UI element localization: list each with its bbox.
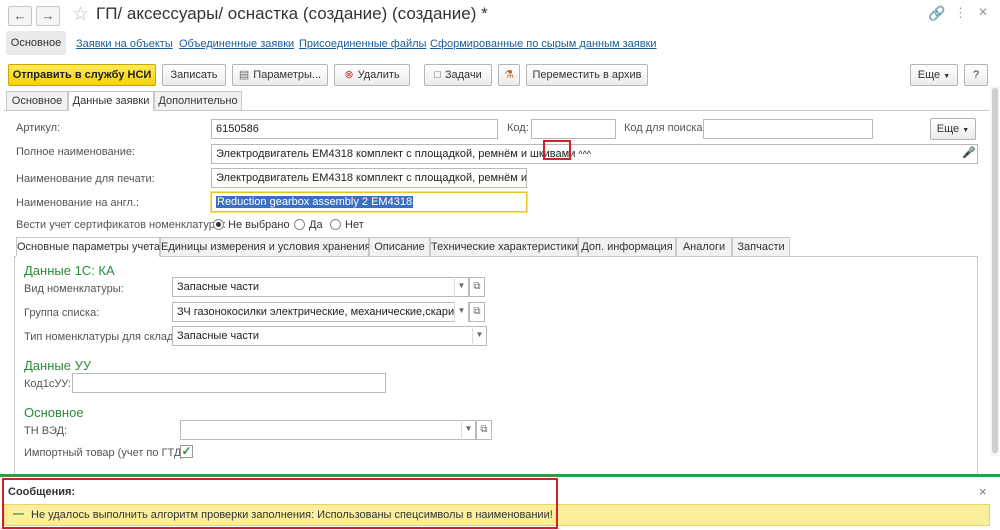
import-checkbox[interactable]: ✓: [180, 445, 193, 458]
help-button[interactable]: ?: [964, 64, 988, 86]
open-icon[interactable]: ⧉: [469, 302, 485, 322]
microphone-icon[interactable]: 🎤: [962, 146, 976, 159]
open-icon[interactable]: ⧉: [476, 420, 492, 440]
wh-type-select[interactable]: Запасные части: [172, 326, 487, 346]
subtab-accounting[interactable]: Основные параметры учета: [16, 237, 160, 257]
section-title-uu: Данные УУ: [24, 358, 92, 373]
parameters-label: Параметры...: [253, 69, 322, 81]
group-select[interactable]: ЗЧ газонокосилки электрические, механиче…: [172, 302, 469, 322]
code-input[interactable]: [531, 119, 616, 139]
full-name-input[interactable]: Электродвигатель EM4318 комплект с площа…: [211, 144, 978, 164]
highlight-special-chars: [543, 140, 571, 160]
cert-radio-none-label: Не выбрано: [228, 219, 290, 231]
calendar-icon: ▤: [238, 69, 250, 81]
eng-name-selected-text: Reduction gearbox assembly 2 EM4318: [216, 196, 414, 208]
save-button[interactable]: Записать: [162, 64, 226, 86]
arrow-left-icon: ←: [13, 8, 27, 23]
delete-button[interactable]: ⊗ Удалить: [334, 64, 410, 86]
close-icon[interactable]: ×: [979, 484, 987, 499]
fields-more-label: Еще: [936, 123, 960, 135]
subtab-tech-specs[interactable]: Технические характеристики: [430, 237, 578, 257]
cert-radio-none[interactable]: Не выбрано: [213, 219, 290, 231]
open-icon[interactable]: ⧉: [469, 277, 485, 297]
tasks-button[interactable]: □ Задачи: [424, 64, 492, 86]
close-icon[interactable]: ✕: [978, 5, 988, 19]
hierarchy-icon: ⚗: [504, 69, 514, 81]
article-label: Артикул:: [16, 122, 61, 134]
forward-button[interactable]: →: [36, 6, 60, 26]
more-label: Еще: [917, 69, 941, 81]
subtab-units-storage[interactable]: Единицы измерения и условия хранения: [160, 237, 371, 257]
chevron-down-icon: ▼: [962, 127, 970, 134]
cert-radio-yes-label: Да: [309, 219, 323, 231]
section-title-1c: Данные 1С: КА: [24, 263, 115, 278]
subtab-description[interactable]: Описание: [369, 237, 430, 257]
search-code-label: Код для поиска:: [624, 122, 706, 134]
chevron-down-icon: ▼: [943, 73, 951, 80]
chevron-down-icon[interactable]: ▼: [454, 302, 468, 322]
nav-object-requests[interactable]: Заявки на объекты: [76, 38, 173, 50]
full-name-label: Полное наименование:: [16, 146, 136, 158]
print-name-label: Наименование для печати:: [16, 173, 155, 185]
delete-label: Удалить: [357, 69, 400, 81]
import-label: Импортный товар (учет по ГТД):: [24, 447, 189, 459]
tab-request-data[interactable]: Данные заявки: [68, 91, 154, 111]
code-label: Код:: [507, 122, 529, 134]
subtab-extra-info[interactable]: Доп. информация: [578, 237, 676, 257]
group-label: Группа списка:: [24, 307, 100, 319]
page-title: ГП/ аксессуары/ оснастка (создание) (соз…: [96, 4, 488, 23]
structure-button[interactable]: ⚗: [498, 64, 520, 86]
tab-main[interactable]: Основное: [6, 91, 68, 111]
favorite-star-icon[interactable]: ☆: [72, 3, 89, 26]
radio-selected-icon: [213, 219, 224, 230]
send-to-nsi-button[interactable]: Отправить в службу НСИ: [8, 64, 156, 86]
full-name-suffix: ^^^: [578, 149, 592, 159]
article-input[interactable]: 6150586: [211, 119, 498, 139]
search-code-input[interactable]: [703, 119, 873, 139]
subtab-analogs[interactable]: Аналоги: [676, 237, 732, 257]
radio-icon: [294, 219, 305, 230]
tab-additional[interactable]: Дополнительно: [154, 91, 242, 111]
radio-icon: [330, 219, 341, 230]
nav-main[interactable]: Основное: [6, 31, 66, 55]
tasks-label: Задачи: [444, 69, 482, 81]
cert-radio-no-label: Нет: [345, 219, 364, 231]
more-button[interactable]: Еще ▼: [910, 64, 958, 86]
uu-code-input[interactable]: [72, 373, 386, 393]
tnved-select[interactable]: [180, 420, 476, 440]
parameters-button[interactable]: ▤ Параметры...: [232, 64, 328, 86]
uu-code-label: Код1сУУ:: [24, 378, 72, 390]
section-title-main: Основное: [24, 405, 84, 420]
link-icon[interactable]: 🔗: [928, 5, 945, 22]
eng-name-label: Наименование на англ.:: [16, 197, 140, 209]
subtab-spare-parts[interactable]: Запчасти: [732, 237, 790, 257]
eng-name-input[interactable]: Reduction gearbox assembly 2 EM4318: [211, 192, 527, 212]
delete-icon: ⊗: [344, 69, 354, 81]
chevron-down-icon[interactable]: ▼: [472, 326, 486, 346]
messages-divider: [0, 474, 1000, 477]
wh-type-label: Тип номенклатуры для склада:: [24, 331, 183, 343]
scrollbar-thumb[interactable]: [992, 88, 998, 453]
tnved-label: ТН ВЭД:: [24, 425, 68, 437]
full-name-text: Электродвигатель EM4318 комплект с площа…: [216, 148, 576, 160]
back-button[interactable]: ←: [8, 6, 32, 26]
more-vertical-icon[interactable]: ⋮: [954, 5, 967, 21]
cert-radio-no[interactable]: Нет: [330, 219, 364, 231]
cert-radio-yes[interactable]: Да: [294, 219, 323, 231]
nav-attached-files[interactable]: Присоединенные файлы: [299, 38, 426, 50]
move-to-archive-button[interactable]: Переместить в архив: [526, 64, 648, 86]
fields-more-button[interactable]: Еще ▼: [930, 118, 976, 140]
chevron-down-icon[interactable]: ▼: [461, 420, 475, 440]
highlight-messages: [2, 478, 558, 529]
arrow-right-icon: →: [41, 8, 55, 23]
nav-merged-requests[interactable]: Объединенные заявки: [179, 38, 294, 50]
kind-select[interactable]: Запасные части: [172, 277, 469, 297]
cert-label: Вести учет сертификатов номенклатуры:: [16, 219, 226, 231]
print-name-input[interactable]: Электродвигатель EM4318 комплект с площа…: [211, 168, 527, 188]
chevron-down-icon[interactable]: ▼: [454, 277, 468, 297]
nav-raw-data-requests[interactable]: Сформированные по сырым данным заявки: [430, 38, 657, 50]
document-icon: □: [434, 69, 441, 81]
kind-label: Вид номенклатуры:: [24, 283, 124, 295]
